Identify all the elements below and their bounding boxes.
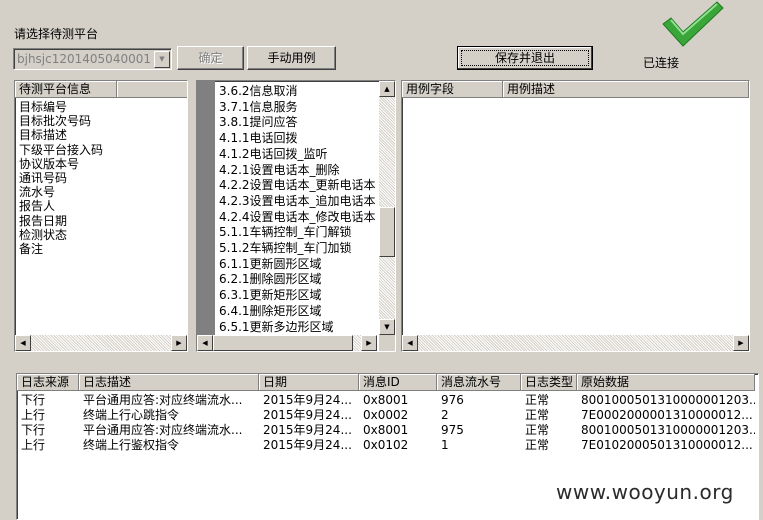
platform-info-item[interactable]: 检测状态 xyxy=(19,228,67,243)
case-list-item[interactable]: 6.4.1删除矩形区域 xyxy=(219,304,322,319)
log-cell: 975 xyxy=(441,423,464,437)
platform-select-value: bjhsjc1201405040001 xyxy=(17,52,151,66)
log-cell: 2015年9月24... xyxy=(263,438,352,452)
log-cell: 2015年9月24... xyxy=(263,393,352,407)
log-cell: 上行 xyxy=(21,408,46,422)
log-row[interactable]: 下行 平台通用应答:对应终端流水... 2015年9月24... 0x8001 976 正… xyxy=(17,393,757,408)
log-column-header[interactable]: 日志类型 xyxy=(521,374,577,391)
log-cell: 7E0102000501310000012... xyxy=(581,438,753,452)
case-field-header[interactable]: 用例字段 xyxy=(402,81,503,98)
log-column-header[interactable]: 日期 xyxy=(259,374,359,391)
case-list-item[interactable]: 6.3.1更新矩形区域 xyxy=(219,288,322,303)
platform-select[interactable]: bjhsjc1201405040001 ▼ xyxy=(13,48,172,70)
arrow-left-icon[interactable]: ◀ xyxy=(402,335,418,351)
arrow-up-icon[interactable]: ▲ xyxy=(379,81,395,97)
log-column-header[interactable]: 原始数据 xyxy=(577,374,755,391)
select-platform-label: 请选择待测平台 xyxy=(14,27,99,41)
case-list-item[interactable]: 4.1.2电话回拨_监听 xyxy=(219,147,328,162)
case-list-item[interactable]: 6.5.1更新多边形区域 xyxy=(219,320,334,335)
log-cell: 正常 xyxy=(525,408,550,422)
log-cell: 0x8001 xyxy=(363,393,409,407)
case-list-item[interactable]: 6.1.1更新圆形区域 xyxy=(219,257,322,272)
log-cell: 正常 xyxy=(525,423,550,437)
log-row[interactable]: 上行 终端上行鉴权指令 2015年9月24... 0x0102 1 正常 7E0102000… xyxy=(17,438,757,453)
log-cell: 正常 xyxy=(525,438,550,452)
platform-info-item[interactable]: 目标描述 xyxy=(19,128,67,143)
scroll-thumb[interactable] xyxy=(213,335,353,351)
arrow-right-icon[interactable]: ▶ xyxy=(733,335,749,351)
log-column-header[interactable]: 日志来源 xyxy=(17,374,79,391)
case-list-item[interactable]: 3.6.2信息取消 xyxy=(219,84,298,99)
case-list-item[interactable]: 4.2.1设置电话本_删除 xyxy=(219,163,340,178)
horizontal-scrollbar[interactable]: ◀ ▶ xyxy=(402,335,749,351)
case-list-item[interactable]: 3.8.1提问应答 xyxy=(219,115,298,130)
log-column-header[interactable]: 消息ID xyxy=(359,374,437,391)
scrollbar-corner xyxy=(379,335,395,351)
arrow-left-icon[interactable]: ◀ xyxy=(15,335,31,351)
platform-info-list[interactable]: 待测平台信息 目标编号 目标批次号码 目标描述 下级平台接入码 协议版本号 通讯号码 流水号… xyxy=(14,80,188,352)
watermark: www.wooyun.org xyxy=(556,480,734,504)
case-list-item[interactable]: 5.1.2车辆控制_车门加锁 xyxy=(219,241,352,256)
arrow-right-icon[interactable]: ▶ xyxy=(361,335,377,351)
platform-info-header-2[interactable] xyxy=(117,81,187,98)
log-cell: 7E0002000001310000012... xyxy=(581,408,753,422)
platform-info-item[interactable]: 下级平台接入码 xyxy=(19,143,103,158)
platform-info-item[interactable]: 报告日期 xyxy=(19,214,67,229)
case-list-item[interactable]: 4.2.4设置电话本_修改电话本 xyxy=(219,210,376,225)
log-column-header[interactable]: 消息流水号 xyxy=(437,374,521,391)
save-exit-button[interactable]: 保存并退出 xyxy=(457,46,593,70)
case-fields-table[interactable]: 用例字段 用例描述 ◀ ▶ xyxy=(401,80,750,352)
log-row[interactable]: 下行 平台通用应答:对应终端流水... 2015年9月24... 0x8001 975 正… xyxy=(17,423,757,438)
case-list-item[interactable]: 4.2.3设置电话本_追加电话本 xyxy=(219,194,376,209)
log-column-header[interactable]: 日志描述 xyxy=(79,374,259,391)
arrow-right-icon[interactable]: ▶ xyxy=(171,335,187,351)
log-cell: 下行 xyxy=(21,423,46,437)
log-cell: 平台通用应答:对应终端流水... xyxy=(83,393,243,407)
log-cell: 0x0102 xyxy=(363,438,409,452)
log-cell: 8001000501310000001203... xyxy=(581,423,755,437)
platform-info-item[interactable]: 备注 xyxy=(19,242,43,257)
log-row[interactable]: 上行 终端上行心跳指令 2015年9月24... 0x0002 2 正常 7E0002000… xyxy=(17,408,757,423)
log-cell: 2015年9月24... xyxy=(263,408,352,422)
scroll-thumb[interactable] xyxy=(379,207,395,257)
platform-info-item[interactable]: 目标编号 xyxy=(19,100,67,115)
vertical-scrollbar[interactable]: ▲ ▼ xyxy=(379,81,395,335)
log-cell: 终端上行心跳指令 xyxy=(83,408,180,422)
horizontal-scrollbar[interactable]: ◀ ▶ xyxy=(197,335,377,351)
log-cell: 上行 xyxy=(21,438,46,452)
log-cell: 2015年9月24... xyxy=(263,423,352,437)
platform-info-item[interactable]: 通讯号码 xyxy=(19,171,67,186)
connection-status: 已连接 xyxy=(643,56,680,70)
log-cell: 终端上行鉴权指令 xyxy=(83,438,180,452)
case-list[interactable]: 3.6.2信息取消 3.7.1信息服务 3.8.1提问应答 4.1.1电话回拨 4.1.… xyxy=(196,80,396,352)
confirm-button[interactable]: 确定 xyxy=(177,46,244,70)
case-list-item[interactable]: 6.2.1删除圆形区域 xyxy=(219,272,322,287)
arrow-left-icon[interactable]: ◀ xyxy=(197,335,213,351)
log-cell: 下行 xyxy=(21,393,46,407)
platform-info-item[interactable]: 协议版本号 xyxy=(19,157,79,172)
case-list-item[interactable]: 3.7.1信息服务 xyxy=(219,100,298,115)
log-cell: 1 xyxy=(441,438,449,452)
log-cell: 2 xyxy=(441,408,449,422)
log-cell: 正常 xyxy=(525,393,550,407)
manual-case-button[interactable]: 手动用例 xyxy=(247,46,336,70)
log-cell: 0x0002 xyxy=(363,408,409,422)
case-desc-header[interactable]: 用例描述 xyxy=(503,81,749,98)
log-cell: 平台通用应答:对应终端流水... xyxy=(83,423,243,437)
chevron-down-icon[interactable]: ▼ xyxy=(154,51,170,68)
horizontal-scrollbar[interactable]: ◀ ▶ xyxy=(15,335,187,351)
log-cell: 8001000501310000001203... xyxy=(581,393,755,407)
platform-info-item[interactable]: 流水号 xyxy=(19,185,55,200)
platform-info-header[interactable]: 待测平台信息 xyxy=(15,81,117,98)
log-cell: 0x8001 xyxy=(363,423,409,437)
case-list-item[interactable]: 4.1.1电话回拨 xyxy=(219,131,298,146)
log-cell: 976 xyxy=(441,393,464,407)
case-list-item[interactable]: 5.1.1车辆控制_车门解锁 xyxy=(219,225,352,240)
check-icon xyxy=(662,1,724,47)
platform-info-item[interactable]: 报告人 xyxy=(19,199,55,214)
platform-info-item[interactable]: 目标批次号码 xyxy=(19,114,91,129)
case-list-item[interactable]: 4.2.2设置电话本_更新电话本 xyxy=(219,178,376,193)
arrow-down-icon[interactable]: ▼ xyxy=(379,319,395,335)
case-list-margin xyxy=(197,81,215,335)
